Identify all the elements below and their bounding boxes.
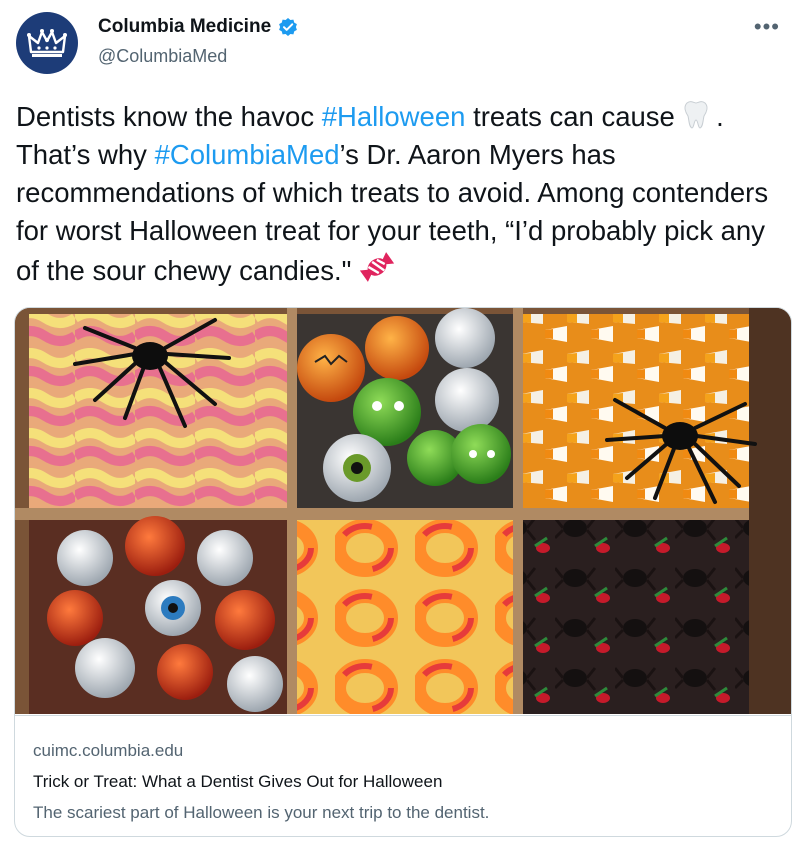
tooth-emoji-icon [684,101,707,129]
avatar[interactable] [16,12,78,74]
author-name-row: Columbia Medicine [98,16,299,38]
hashtag-columbiamed-link[interactable]: #ColumbiaMed [155,139,340,170]
tweet-text-segment: treats can cause [465,101,683,132]
link-description: The scariest part of Halloween is your n… [33,803,490,822]
hashtag-halloween-link[interactable]: #Halloween [322,101,466,132]
verified-badge-icon [279,18,298,36]
halloween-candy-tray-image [15,308,791,714]
link-preview-card[interactable]: cuimc.columbia.edu Trick or Treat: What … [14,307,792,837]
link-domain: cuimc.columbia.edu [33,741,184,760]
tweet-text-segment: Dentists know the havoc [16,101,322,132]
link-card-info: cuimc.columbia.edu Trick or Treat: What … [15,715,791,836]
more-options-icon[interactable]: ••• [754,14,780,40]
candy-emoji-icon [359,252,395,282]
author-name[interactable]: Columbia Medicine [98,16,271,38]
tweet-text: Dentists know the havoc #Halloween treat… [16,98,791,290]
crown-logo-icon [27,29,67,57]
author-handle[interactable]: @ColumbiaMed [98,46,227,67]
link-title: Trick or Treat: What a Dentist Gives Out… [33,772,443,791]
